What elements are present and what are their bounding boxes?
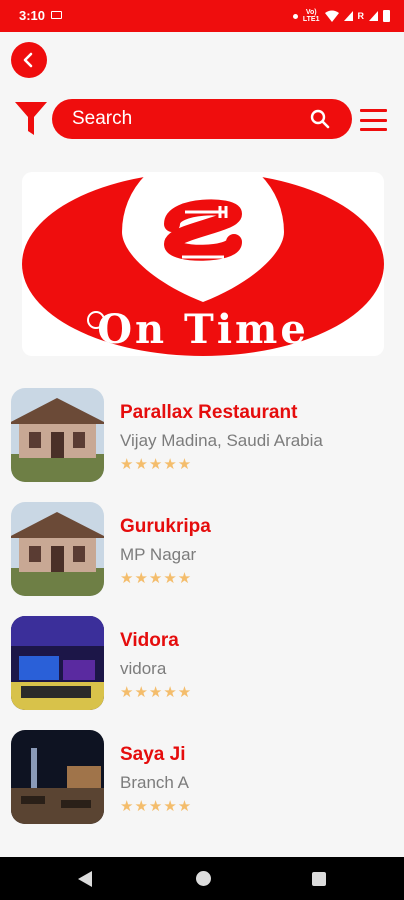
restaurant-address: MP Nagar	[120, 545, 197, 564]
rating-stars: ★★★★★	[120, 570, 193, 587]
rating-stars: ★★★★★	[120, 684, 193, 701]
restaurant-item[interactable]: Gurukripa MP Nagar ★★★★★	[0, 502, 404, 616]
restaurant-image	[11, 616, 104, 710]
banner-logo: On Time	[22, 172, 384, 356]
restaurant-name[interactable]: Gurukripa	[120, 516, 211, 538]
search-bar[interactable]	[52, 99, 352, 139]
restaurant-list: Parallax Restaurant Vijay Madina, Saudi …	[0, 388, 404, 844]
nav-back-icon[interactable]	[78, 871, 92, 887]
back-button[interactable]	[11, 42, 47, 78]
restaurant-item[interactable]: Vidora vidora ★★★★★	[0, 616, 404, 730]
status-icons: Vo) LTE1 R	[292, 7, 390, 25]
restaurant-address: Vijay Madina, Saudi Arabia	[120, 431, 323, 450]
banner-logo-text: On Time	[97, 306, 309, 353]
search-icon[interactable]	[310, 109, 330, 129]
hamburger-menu-icon[interactable]	[360, 109, 387, 131]
notification-dot-icon	[292, 13, 298, 19]
signal-2-icon	[369, 11, 378, 21]
nav-recents-icon[interactable]	[312, 872, 326, 886]
wifi-icon	[324, 10, 339, 22]
rating-stars: ★★★★★	[120, 798, 193, 815]
chevron-left-icon	[23, 52, 33, 68]
roaming-indicator: R	[357, 11, 365, 21]
battery-icon	[383, 10, 390, 22]
message-notification-icon	[51, 11, 62, 19]
status-time: 3:10	[19, 8, 46, 23]
restaurant-name[interactable]: Parallax Restaurant	[120, 402, 297, 424]
restaurant-image	[11, 502, 104, 596]
restaurant-image	[11, 388, 104, 482]
rating-stars: ★★★★★	[120, 456, 193, 473]
restaurant-image	[11, 730, 104, 824]
restaurant-name[interactable]: Vidora	[120, 630, 179, 652]
restaurant-item[interactable]: Parallax Restaurant Vijay Madina, Saudi …	[0, 388, 404, 502]
search-input[interactable]	[72, 106, 292, 132]
restaurant-item[interactable]: Saya Ji Branch A ★★★★★	[0, 730, 404, 844]
system-navigation-bar	[0, 857, 404, 900]
status-bar: 3:10 Vo) LTE1 R	[0, 0, 404, 32]
signal-1-icon	[343, 11, 353, 21]
restaurant-name[interactable]: Saya Ji	[120, 744, 186, 766]
nav-home-icon[interactable]	[196, 871, 211, 886]
restaurant-address: vidora	[120, 659, 167, 678]
filter-icon[interactable]	[14, 101, 48, 137]
restaurant-address: Branch A	[120, 773, 189, 792]
volte-indicator: Vo) LTE1	[302, 9, 320, 23]
